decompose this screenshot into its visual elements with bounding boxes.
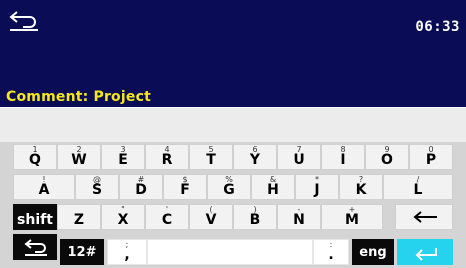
key-a[interactable]: ! A <box>13 174 75 200</box>
key-comma[interactable]: ; , <box>107 239 147 265</box>
key-letter: R <box>161 152 173 168</box>
key-letter: B <box>249 212 261 228</box>
key-letter: X <box>117 212 129 228</box>
key-letter: Y <box>249 152 261 168</box>
key-m[interactable]: + M <box>321 204 383 230</box>
key-h[interactable]: & H <box>251 174 295 200</box>
numeric-mode-label: 12# <box>67 244 97 260</box>
key-u[interactable]: 7 U <box>277 144 321 170</box>
key-b[interactable]: ) B <box>233 204 277 230</box>
key-c[interactable]: ' C <box>145 204 189 230</box>
key-letter: K <box>355 182 367 198</box>
space-key[interactable] <box>147 239 313 265</box>
key-letter: F <box>180 182 190 198</box>
key-letter: A <box>38 182 50 198</box>
key-letter: D <box>135 182 147 198</box>
back-key[interactable] <box>13 234 57 260</box>
key-g[interactable]: % G <box>207 174 251 200</box>
key-period[interactable]: : . <box>313 239 349 265</box>
key-w[interactable]: 2 W <box>57 144 101 170</box>
key-letter: U <box>293 152 305 168</box>
screen: 06:33 Comment: Project 1 Q 2 W 3 E 4 R 5… <box>0 0 466 268</box>
enter-arrow-icon <box>415 248 437 261</box>
key-letter: G <box>223 182 235 198</box>
key-k[interactable]: ? K <box>339 174 383 200</box>
backspace-key[interactable] <box>395 204 453 230</box>
key-letter: P <box>425 152 437 168</box>
key-letter: W <box>71 152 87 168</box>
comment-input[interactable] <box>0 108 466 142</box>
key-o[interactable]: 9 O <box>365 144 409 170</box>
key-d[interactable]: # D <box>119 174 163 200</box>
header-bar: 06:33 Comment: Project <box>0 0 466 107</box>
key-z[interactable]: _ Z <box>57 204 101 230</box>
key-letter: N <box>293 212 305 228</box>
key-letter: M <box>345 212 359 228</box>
key-letter: , <box>124 247 130 263</box>
key-y[interactable]: 6 Y <box>233 144 277 170</box>
key-letter: Q <box>29 152 41 168</box>
key-l[interactable]: / L <box>383 174 453 200</box>
numeric-mode-key[interactable]: 12# <box>60 239 104 265</box>
back-arrow-icon <box>24 239 47 256</box>
key-letter: Z <box>73 212 85 228</box>
key-q[interactable]: 1 Q <box>13 144 57 170</box>
key-letter: O <box>381 152 393 168</box>
key-v[interactable]: ( V <box>189 204 233 230</box>
language-key[interactable]: eng <box>352 239 394 265</box>
key-letter: H <box>267 182 279 198</box>
key-p[interactable]: 0 P <box>409 144 453 170</box>
backspace-arrow-icon <box>413 211 437 223</box>
key-j[interactable]: * J <box>295 174 339 200</box>
key-letter: V <box>205 212 217 228</box>
enter-key[interactable] <box>397 239 453 265</box>
key-letter: L <box>413 182 423 198</box>
key-s[interactable]: @ S <box>75 174 119 200</box>
key-letter: C <box>161 212 173 228</box>
key-f[interactable]: $ F <box>163 174 207 200</box>
key-n[interactable]: - N <box>277 204 321 230</box>
clock: 06:33 <box>415 19 460 35</box>
shift-key[interactable]: shift <box>13 204 57 230</box>
key-letter: J <box>314 182 320 198</box>
back-arrow-icon <box>9 11 38 31</box>
key-i[interactable]: 8 I <box>321 144 365 170</box>
key-letter: S <box>91 182 103 198</box>
key-t[interactable]: 5 T <box>189 144 233 170</box>
key-letter: . <box>328 247 334 263</box>
field-label: Comment: Project <box>6 89 151 105</box>
shift-label: shift <box>17 212 53 228</box>
key-letter: E <box>118 152 128 168</box>
on-screen-keyboard: 1 Q 2 W 3 E 4 R 5 T 6 Y 7 U 8 I 9 O 0 P … <box>0 142 466 268</box>
key-x[interactable]: " X <box>101 204 145 230</box>
key-e[interactable]: 3 E <box>101 144 145 170</box>
back-button[interactable] <box>7 6 43 34</box>
key-letter: I <box>340 152 346 168</box>
key-letter: T <box>206 152 216 168</box>
language-label: eng <box>359 244 387 260</box>
key-r[interactable]: 4 R <box>145 144 189 170</box>
